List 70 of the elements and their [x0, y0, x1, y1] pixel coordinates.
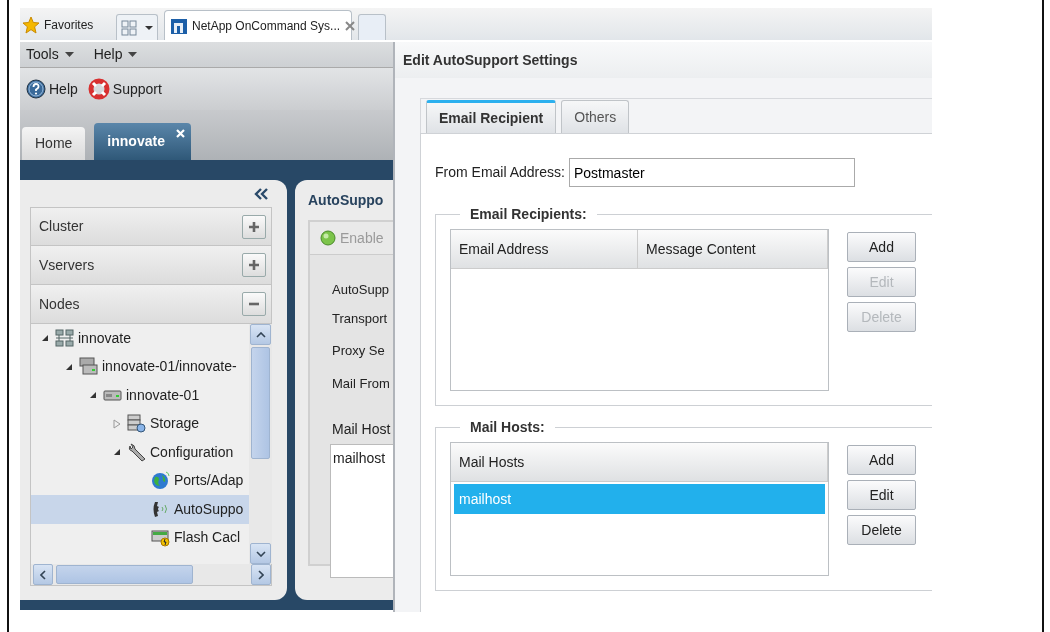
plus-icon [247, 258, 261, 272]
email-field[interactable]: Postmaster [568, 158, 855, 187]
logo-icon [171, 17, 187, 34]
wrench-icon [127, 442, 146, 462]
globe-icon [151, 471, 170, 491]
tree-item[interactable]: Flash Cacl [31, 523, 249, 552]
status-dot-icon [320, 230, 336, 246]
tree-item[interactable]: AutoSuppo [31, 495, 249, 524]
collapse-button[interactable] [242, 292, 266, 316]
scroll-right-icon [258, 569, 265, 580]
dialog-tab[interactable]: Email Recipient [426, 100, 557, 133]
collapse-icon[interactable] [254, 187, 268, 200]
app-tab[interactable]: Home [22, 127, 86, 160]
tree-item[interactable]: Configuration [31, 438, 249, 467]
flash-card-icon [151, 528, 170, 548]
menu-item[interactable]: Help [93, 44, 138, 65]
scroll-down-icon [255, 550, 266, 557]
field-label: Proxy Se [332, 342, 385, 360]
help-icon [26, 79, 46, 99]
caret-icon [145, 24, 153, 31]
tree-item[interactable]: innovate-01 [31, 381, 249, 410]
dialog-title: Edit AutoSupport Settings [403, 50, 578, 70]
tree-item[interactable]: Ports/Adap [31, 466, 249, 495]
field-label: From Email Address: [435, 163, 565, 182]
phone-icon [151, 499, 170, 519]
app-tab[interactable]: innovate [94, 123, 191, 160]
field-label: AutoSupp [332, 281, 390, 299]
dialog-button[interactable]: Delete [847, 515, 916, 545]
scroll-up-icon [255, 331, 266, 338]
server-icon [79, 357, 98, 377]
field-label: Mail Host [332, 420, 391, 439]
plus-icon [247, 219, 261, 234]
expand-button[interactable] [242, 214, 266, 239]
field-label: Transport [332, 309, 388, 328]
accordion-header[interactable]: Vservers [30, 246, 272, 285]
column-header[interactable]: Email Address [451, 230, 638, 268]
dialog-button[interactable]: Add [847, 232, 916, 262]
favorites-label[interactable]: Favorites [44, 16, 94, 34]
vertical-scrollbar[interactable] [249, 324, 272, 564]
column-header[interactable]: Message Content [638, 230, 828, 268]
panel-title: AutoSuppo [308, 190, 384, 210]
expand-button[interactable] [242, 253, 266, 277]
caret-icon [64, 51, 74, 58]
tree-item[interactable]: Storage [31, 409, 249, 438]
group-title: Email Recipients: [469, 207, 588, 221]
dialog-button[interactable]: Add [847, 445, 916, 475]
storage-icon [127, 414, 146, 434]
accordion-header[interactable]: Cluster [30, 207, 272, 246]
close-icon[interactable] [175, 129, 185, 138]
dialog-tab[interactable]: Others [561, 100, 630, 133]
toolbar-button[interactable]: Help [26, 78, 78, 100]
tree-item[interactable]: innovate-01/innovate- [31, 352, 249, 381]
browser-tab[interactable]: NetApp OnCommand Sys... [164, 10, 352, 40]
column-header[interactable]: Mail Hosts [451, 443, 828, 481]
list-item[interactable]: mailhost [333, 450, 386, 466]
caret-icon [128, 51, 138, 58]
star-icon [22, 16, 40, 34]
tree-item[interactable]: innovate [31, 324, 249, 353]
accordion-header[interactable]: Nodes [30, 285, 272, 324]
menu-item[interactable]: Tools [26, 44, 74, 65]
group-title: Mail Hosts: [469, 420, 546, 434]
scroll-left-icon [39, 569, 46, 580]
dialog-button[interactable]: Edit [847, 480, 916, 510]
toolbar-button[interactable]: Support [87, 78, 162, 100]
network-icon [55, 328, 74, 348]
close-icon [345, 20, 356, 31]
grid-icon [121, 19, 137, 36]
field-label: Mail From [332, 374, 390, 393]
lifebuoy-icon [87, 78, 110, 100]
horizontal-scrollbar[interactable] [30, 564, 272, 586]
